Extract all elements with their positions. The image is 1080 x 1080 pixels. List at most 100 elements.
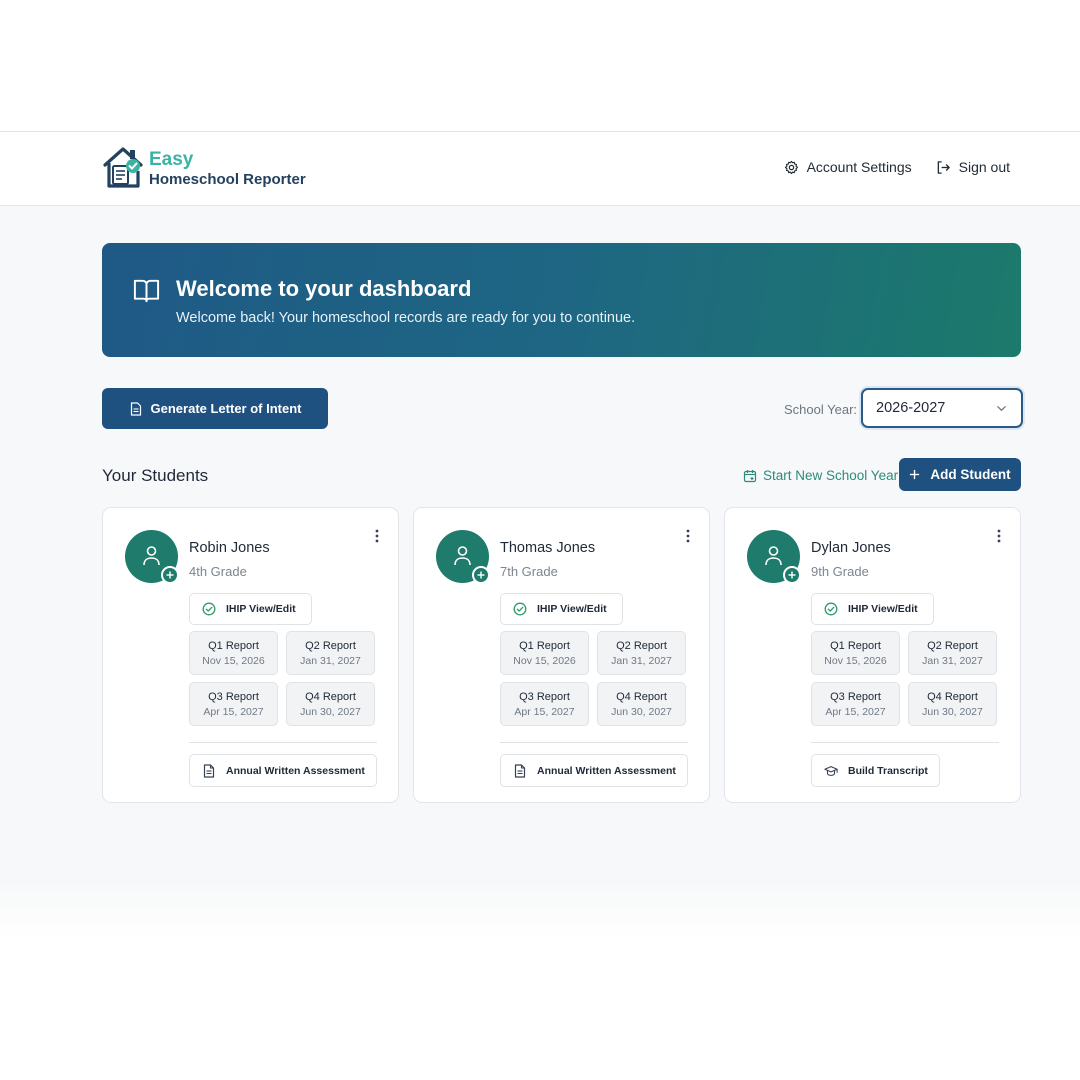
report-title: Q3 Report <box>519 691 570 703</box>
school-year-select[interactable]: 2026-2027 <box>861 388 1023 428</box>
build-transcript-button[interactable]: Build Transcript <box>811 754 940 787</box>
student-grade: 4th Grade <box>189 564 247 579</box>
school-year-value: 2026-2027 <box>876 400 946 416</box>
student-grade: 9th Grade <box>811 564 869 579</box>
student-name: Dylan Jones <box>811 540 891 556</box>
report-date: Jun 30, 2027 <box>611 706 672 718</box>
ihip-label: IHIP View/Edit <box>848 603 918 615</box>
page-bottom-fade <box>0 880 1080 940</box>
q2-report-button[interactable]: Q2 Report Jan 31, 2027 <box>286 631 375 675</box>
report-title: Q1 Report <box>208 640 259 652</box>
report-date: Nov 15, 2026 <box>513 655 576 667</box>
top-navigation-bar: Easy Homeschool Reporter Account Setting… <box>0 132 1080 206</box>
start-new-school-year-link[interactable]: Start New School Year <box>743 468 898 483</box>
q4-report-button[interactable]: Q4 Report Jun 30, 2027 <box>597 682 686 726</box>
dashboard-page: Easy Homeschool Reporter Account Setting… <box>0 131 1080 880</box>
document-icon <box>514 763 526 778</box>
report-date: Apr 15, 2027 <box>514 706 575 718</box>
document-icon <box>130 401 141 416</box>
student-name: Robin Jones <box>189 540 270 556</box>
card-divider <box>811 742 999 743</box>
report-title: Q4 Report <box>305 691 356 703</box>
report-date: Jan 31, 2027 <box>300 655 361 667</box>
more-options-icon[interactable] <box>371 528 383 544</box>
q2-report-button[interactable]: Q2 Report Jan 31, 2027 <box>597 631 686 675</box>
students-section-title: Your Students <box>102 466 209 485</box>
school-year-label: School Year: <box>784 402 858 417</box>
add-student-label: Add Student <box>930 467 1011 482</box>
ihip-view-edit-button[interactable]: IHIP View/Edit <box>500 593 623 625</box>
person-icon <box>765 546 782 566</box>
annual-written-assessment-button[interactable]: Annual Written Assessment <box>500 754 688 787</box>
q1-report-button[interactable]: Q1 Report Nov 15, 2026 <box>500 631 589 675</box>
check-circle-icon <box>824 602 838 616</box>
q4-report-button[interactable]: Q4 Report Jun 30, 2027 <box>908 682 997 726</box>
add-photo-icon[interactable] <box>783 566 801 584</box>
calendar-plus-icon <box>743 469 757 482</box>
avatar[interactable] <box>125 530 179 584</box>
report-title: Q1 Report <box>519 640 570 652</box>
q3-report-button[interactable]: Q3 Report Apr 15, 2027 <box>811 682 900 726</box>
report-date: Jun 30, 2027 <box>922 706 983 718</box>
report-title: Q2 Report <box>305 640 356 652</box>
q1-report-button[interactable]: Q1 Report Nov 15, 2026 <box>811 631 900 675</box>
sign-out-link[interactable]: Sign out <box>936 159 1010 175</box>
student-card: Thomas Jones 7th Grade IHIP View/Edit Q1… <box>413 507 710 803</box>
banner-subtitle: Welcome back! Your homeschool records ar… <box>176 310 636 326</box>
q4-report-button[interactable]: Q4 Report Jun 30, 2027 <box>286 682 375 726</box>
more-options-icon[interactable] <box>682 528 694 544</box>
ihip-view-edit-button[interactable]: IHIP View/Edit <box>811 593 934 625</box>
report-date: Apr 15, 2027 <box>203 706 264 718</box>
document-icon <box>203 763 215 778</box>
report-title: Q2 Report <box>616 640 667 652</box>
chevron-down-icon <box>997 406 1006 411</box>
graduation-cap-icon <box>824 765 838 776</box>
app-logo[interactable]: Easy Homeschool Reporter <box>102 144 306 190</box>
ihip-label: IHIP View/Edit <box>537 603 607 615</box>
house-logo-icon <box>103 147 143 188</box>
open-book-icon <box>133 279 160 303</box>
bottom-action-label: Annual Written Assessment <box>226 764 365 777</box>
report-title: Q4 Report <box>616 691 667 703</box>
report-date: Jan 31, 2027 <box>611 655 672 667</box>
report-title: Q1 Report <box>830 640 881 652</box>
student-card: Dylan Jones 9th Grade IHIP View/Edit Q1 … <box>724 507 1021 803</box>
report-date: Jan 31, 2027 <box>922 655 983 667</box>
q3-report-button[interactable]: Q3 Report Apr 15, 2027 <box>500 682 589 726</box>
more-options-icon[interactable] <box>993 528 1005 544</box>
q2-report-button[interactable]: Q2 Report Jan 31, 2027 <box>908 631 997 675</box>
report-date: Nov 15, 2026 <box>824 655 887 667</box>
add-photo-icon[interactable] <box>161 566 179 584</box>
q3-report-button[interactable]: Q3 Report Apr 15, 2027 <box>189 682 278 726</box>
add-student-button[interactable]: Add Student <box>899 458 1021 491</box>
bottom-action-label: Annual Written Assessment <box>537 764 676 777</box>
student-grade: 7th Grade <box>500 564 558 579</box>
account-settings-link[interactable]: Account Settings <box>784 159 912 175</box>
student-card: Robin Jones 4th Grade IHIP View/Edit Q1 … <box>102 507 399 803</box>
sign-out-label: Sign out <box>958 159 1010 175</box>
avatar[interactable] <box>747 530 801 584</box>
card-divider <box>500 742 688 743</box>
ihip-view-edit-button[interactable]: IHIP View/Edit <box>189 593 312 625</box>
add-photo-icon[interactable] <box>472 566 490 584</box>
avatar[interactable] <box>436 530 490 584</box>
person-icon <box>143 546 160 566</box>
bottom-action-label: Build Transcript <box>848 764 928 777</box>
generate-letter-of-intent-button[interactable]: Generate Letter of Intent <box>102 388 328 429</box>
logo-text-name: Homeschool Reporter <box>149 170 306 188</box>
sign-out-icon <box>937 160 950 174</box>
report-title: Q2 Report <box>927 640 978 652</box>
check-circle-icon <box>202 602 216 616</box>
annual-written-assessment-button[interactable]: Annual Written Assessment <box>189 754 377 787</box>
q1-report-button[interactable]: Q1 Report Nov 15, 2026 <box>189 631 278 675</box>
check-circle-icon <box>513 602 527 616</box>
logo-text-easy: Easy <box>149 148 194 170</box>
report-title: Q3 Report <box>208 691 259 703</box>
start-new-school-year-label: Start New School Year <box>763 468 899 483</box>
report-date: Jun 30, 2027 <box>300 706 361 718</box>
gear-icon <box>784 160 798 174</box>
welcome-banner: Welcome to your dashboard Welcome back! … <box>102 243 1021 357</box>
report-title: Q3 Report <box>830 691 881 703</box>
report-title: Q4 Report <box>927 691 978 703</box>
student-name: Thomas Jones <box>500 540 596 556</box>
